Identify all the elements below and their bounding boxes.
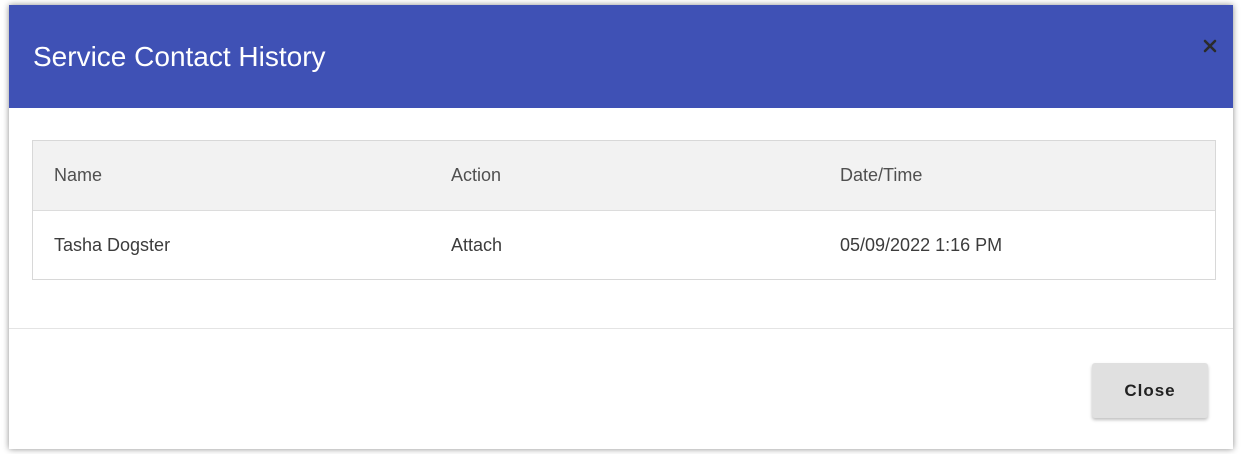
column-header-datetime: Date/Time xyxy=(840,165,923,185)
cell-action: Attach xyxy=(451,234,503,255)
service-contact-history-dialog: Service Contact History Name Action Date… xyxy=(9,5,1233,449)
table-row: Tasha Dogster Attach 05/09/2022 1:16 PM xyxy=(33,211,1215,279)
history-table: Name Action Date/Time Tasha Dogster Atta… xyxy=(32,140,1216,280)
dialog-footer: Close xyxy=(9,329,1233,449)
table-header-row: Name Action Date/Time xyxy=(33,141,1215,211)
dialog-title: Service Contact History xyxy=(33,41,326,72)
dialog-body: Name Action Date/Time Tasha Dogster Atta… xyxy=(9,108,1233,329)
cell-name: Tasha Dogster xyxy=(54,234,171,255)
column-header-action: Action xyxy=(451,165,502,185)
close-button[interactable]: Close xyxy=(1092,363,1208,418)
close-icon[interactable] xyxy=(1201,37,1219,55)
column-header-name: Name xyxy=(54,165,103,185)
dialog-header: Service Contact History xyxy=(9,5,1233,108)
cell-datetime: 05/09/2022 1:16 PM xyxy=(840,234,1003,255)
